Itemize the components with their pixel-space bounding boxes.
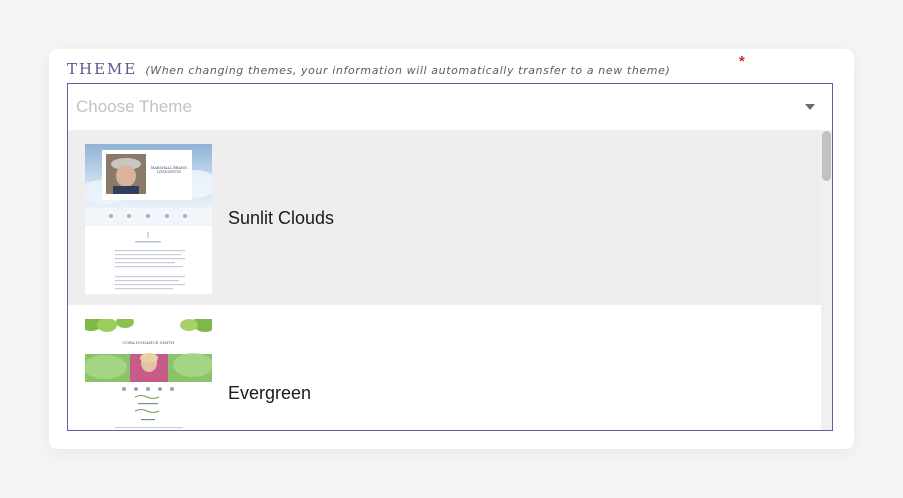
theme-option-sunlit-clouds[interactable]: MARSHALL BRANN LIVINGSTON Sunlit Clouds	[68, 130, 821, 305]
theme-thumbnail-evergreen: CORA DONAHUE SMITH	[85, 319, 212, 430]
theme-options-list: MARSHALL BRANN LIVINGSTON Sunlit Clouds	[68, 130, 832, 430]
field-label: THEME	[67, 60, 138, 78]
theme-thumbnail-sunlit-clouds: MARSHALL BRANN LIVINGSTON	[85, 144, 212, 294]
field-label-row: THEME (When changing themes, your inform…	[67, 60, 670, 80]
scrollbar-thumb[interactable]	[822, 131, 831, 181]
field-note: (When changing themes, your information …	[145, 64, 671, 77]
required-marker: *	[739, 53, 745, 70]
select-placeholder: Choose Theme	[76, 97, 192, 116]
theme-option-label: Evergreen	[228, 383, 312, 403]
theme-thumbnail-title: MARSHALL BRANN LIVINGSTON	[150, 166, 188, 174]
chevron-down-icon[interactable]	[805, 104, 815, 110]
theme-select[interactable]: Choose Theme MARSHALL BRANN LIVINGSTON S…	[67, 83, 833, 431]
theme-thumbnail-title: CORA DONAHUE SMITH	[122, 340, 175, 345]
theme-option-label: Sunlit Clouds	[228, 208, 335, 228]
select-header[interactable]: Choose Theme	[68, 84, 832, 130]
options-scrollbar[interactable]	[821, 130, 832, 430]
theme-option-evergreen[interactable]: CORA DONAHUE SMITH Evergreen	[68, 305, 821, 430]
evergreen-preview-image	[85, 319, 212, 430]
